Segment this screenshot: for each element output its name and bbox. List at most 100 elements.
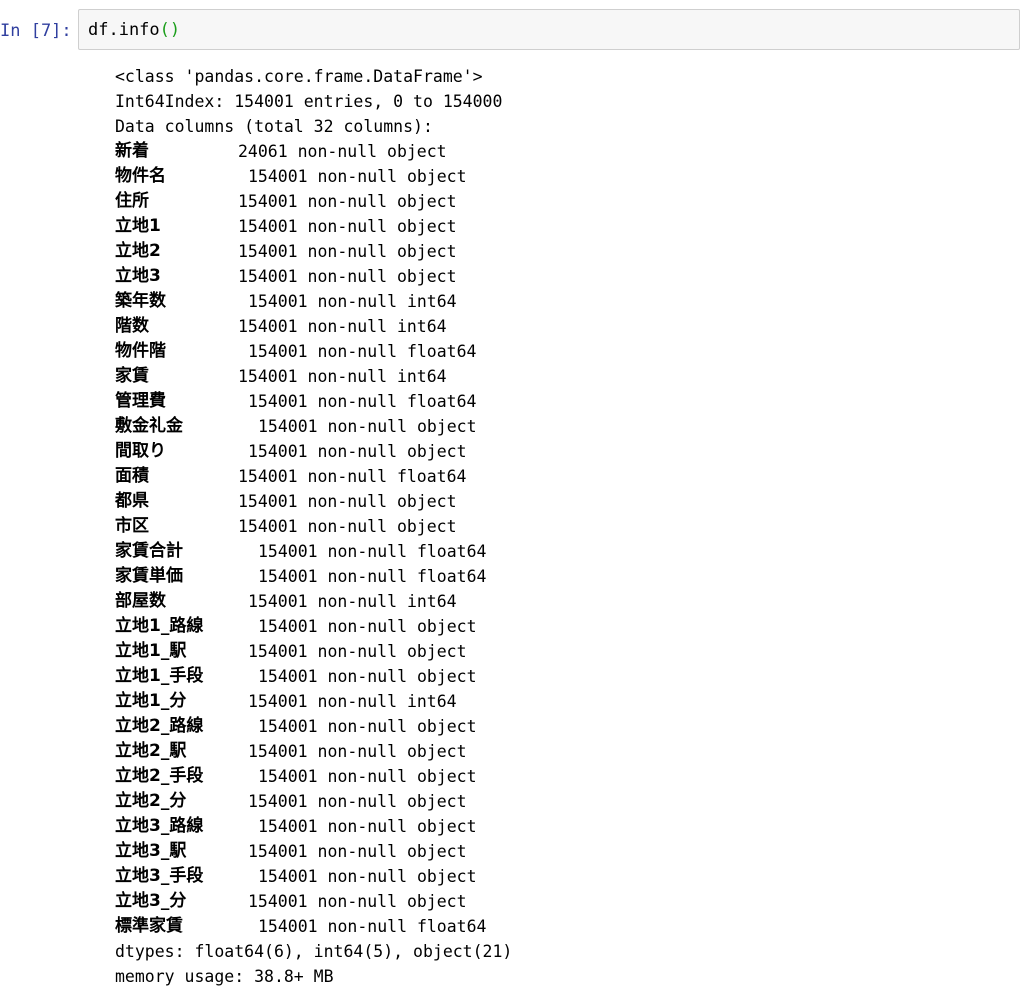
- output-dtypes-line: dtypes: float64(6), int64(5), object(21): [115, 942, 513, 961]
- column-row: 立地3 154001 non-null object: [115, 264, 1015, 289]
- column-info: 154001 non-null int64: [248, 592, 457, 611]
- column-info: 154001 non-null int64: [238, 367, 447, 386]
- column-name: 物件階: [115, 341, 166, 361]
- column-name: 立地2_路線: [115, 716, 204, 736]
- column-name: 都県: [115, 491, 149, 511]
- output-class-line: <class 'pandas.core.frame.DataFrame'>: [115, 67, 483, 86]
- column-row: 立地2_分 154001 non-null object: [115, 789, 1015, 814]
- column-row: 立地3_手段 154001 non-null object: [115, 864, 1015, 889]
- column-name: 新着: [115, 141, 149, 161]
- column-name: 立地3_分: [115, 891, 187, 911]
- column-info: 154001 non-null float64: [258, 542, 487, 561]
- column-row: 立地1 154001 non-null object: [115, 214, 1015, 239]
- column-row: 階数 154001 non-null int64: [115, 314, 1015, 339]
- column-row: 都県 154001 non-null object: [115, 489, 1015, 514]
- column-info: 154001 non-null object: [248, 442, 467, 461]
- column-name: 立地1_手段: [115, 666, 204, 686]
- column-info: 154001 non-null object: [248, 842, 467, 861]
- column-info: 154001 non-null object: [238, 217, 457, 236]
- column-info: 154001 non-null object: [238, 492, 457, 511]
- column-name: 家賃単価: [115, 566, 183, 586]
- column-info: 154001 non-null float64: [248, 342, 477, 361]
- column-name: 立地1: [115, 216, 161, 236]
- column-name: 間取り: [115, 441, 166, 461]
- column-name: 市区: [115, 516, 149, 536]
- column-row: 家賃 154001 non-null int64: [115, 364, 1015, 389]
- column-name: 管理費: [115, 391, 166, 411]
- code-input-area[interactable]: df.info(): [78, 9, 1020, 50]
- column-row: 立地2_路線 154001 non-null object: [115, 714, 1015, 739]
- column-row: 立地3_駅 154001 non-null object: [115, 839, 1015, 864]
- column-row: 立地1_手段 154001 non-null object: [115, 664, 1015, 689]
- column-name: 家賃: [115, 366, 149, 386]
- column-row: 敷金礼金 154001 non-null object: [115, 414, 1015, 439]
- column-row: 管理費 154001 non-null float64: [115, 389, 1015, 414]
- column-row: 家賃合計 154001 non-null float64: [115, 539, 1015, 564]
- column-name: 立地3_路線: [115, 816, 204, 836]
- column-row: 面積 154001 non-null float64: [115, 464, 1015, 489]
- column-name: 部屋数: [115, 591, 166, 611]
- column-list: 新着 24061 non-null object 物件名 154001 non-nul…: [115, 139, 1015, 939]
- column-name: 住所: [115, 191, 149, 211]
- column-info: 154001 non-null object: [248, 642, 467, 661]
- column-row: 標準家賃 154001 non-null float64: [115, 914, 1015, 939]
- column-info: 154001 non-null object: [238, 242, 457, 261]
- column-name: 物件名: [115, 166, 166, 186]
- column-info: 154001 non-null object: [248, 892, 467, 911]
- column-name: 敷金礼金: [115, 416, 183, 436]
- column-name: 立地2: [115, 241, 161, 261]
- column-info: 154001 non-null object: [258, 867, 477, 886]
- column-info: 154001 non-null int64: [248, 692, 457, 711]
- column-info: 154001 non-null float64: [238, 467, 467, 486]
- column-info: 154001 non-null object: [248, 742, 467, 761]
- column-row: 立地1_路線 154001 non-null object: [115, 614, 1015, 639]
- column-info: 154001 non-null object: [238, 192, 457, 211]
- column-info: 154001 non-null object: [238, 267, 457, 286]
- column-name: 立地1_路線: [115, 616, 204, 636]
- column-row: 立地3_路線 154001 non-null object: [115, 814, 1015, 839]
- column-info: 154001 non-null object: [258, 417, 477, 436]
- column-row: 住所 154001 non-null object: [115, 189, 1015, 214]
- column-name: 立地3_手段: [115, 866, 204, 886]
- column-row: 築年数 154001 non-null int64: [115, 289, 1015, 314]
- column-info: 154001 non-null float64: [248, 392, 477, 411]
- column-info: 154001 non-null object: [248, 792, 467, 811]
- column-info: 154001 non-null object: [258, 667, 477, 686]
- column-name: 立地3: [115, 266, 161, 286]
- column-info: 154001 non-null object: [258, 617, 477, 636]
- column-name: 立地2_手段: [115, 766, 204, 786]
- column-name: 標準家賃: [115, 916, 183, 936]
- column-name: 面積: [115, 466, 149, 486]
- code-text: df.info: [88, 20, 160, 40]
- output-index-line: Int64Index: 154001 entries, 0 to 154000: [115, 92, 503, 111]
- column-name: 階数: [115, 316, 149, 336]
- column-row: 立地2 154001 non-null object: [115, 239, 1015, 264]
- code-line[interactable]: df.info(): [88, 19, 180, 41]
- column-name: 立地2_分: [115, 791, 187, 811]
- column-info: 154001 non-null object: [258, 767, 477, 786]
- column-info: 154001 non-null int64: [238, 317, 447, 336]
- column-info: 154001 non-null object: [248, 167, 467, 186]
- column-info: 154001 non-null int64: [248, 292, 457, 311]
- code-parens: (): [159, 20, 181, 40]
- column-row: 立地2_駅 154001 non-null object: [115, 739, 1015, 764]
- column-row: 部屋数 154001 non-null int64: [115, 589, 1015, 614]
- notebook-cell: In [7]: df.info() <class 'pandas.core.fr…: [0, 0, 1024, 996]
- column-name: 立地1_分: [115, 691, 187, 711]
- column-row: 家賃単価 154001 non-null float64: [115, 564, 1015, 589]
- column-row: 間取り 154001 non-null object: [115, 439, 1015, 464]
- column-info: 24061 non-null object: [238, 142, 447, 161]
- column-row: 立地2_手段 154001 non-null object: [115, 764, 1015, 789]
- output-memory-line: memory usage: 38.8+ MB: [115, 967, 334, 986]
- column-row: 物件階 154001 non-null float64: [115, 339, 1015, 364]
- output-area: <class 'pandas.core.frame.DataFrame'> In…: [115, 64, 1015, 989]
- column-name: 築年数: [115, 291, 166, 311]
- column-row: 物件名 154001 non-null object: [115, 164, 1015, 189]
- output-columns-header: Data columns (total 32 columns):: [115, 117, 433, 136]
- column-info: 154001 non-null object: [258, 717, 477, 736]
- column-row: 市区 154001 non-null object: [115, 514, 1015, 539]
- column-row: 立地1_駅 154001 non-null object: [115, 639, 1015, 664]
- column-info: 154001 non-null object: [258, 817, 477, 836]
- column-name: 立地1_駅: [115, 641, 187, 661]
- column-name: 立地3_駅: [115, 841, 187, 861]
